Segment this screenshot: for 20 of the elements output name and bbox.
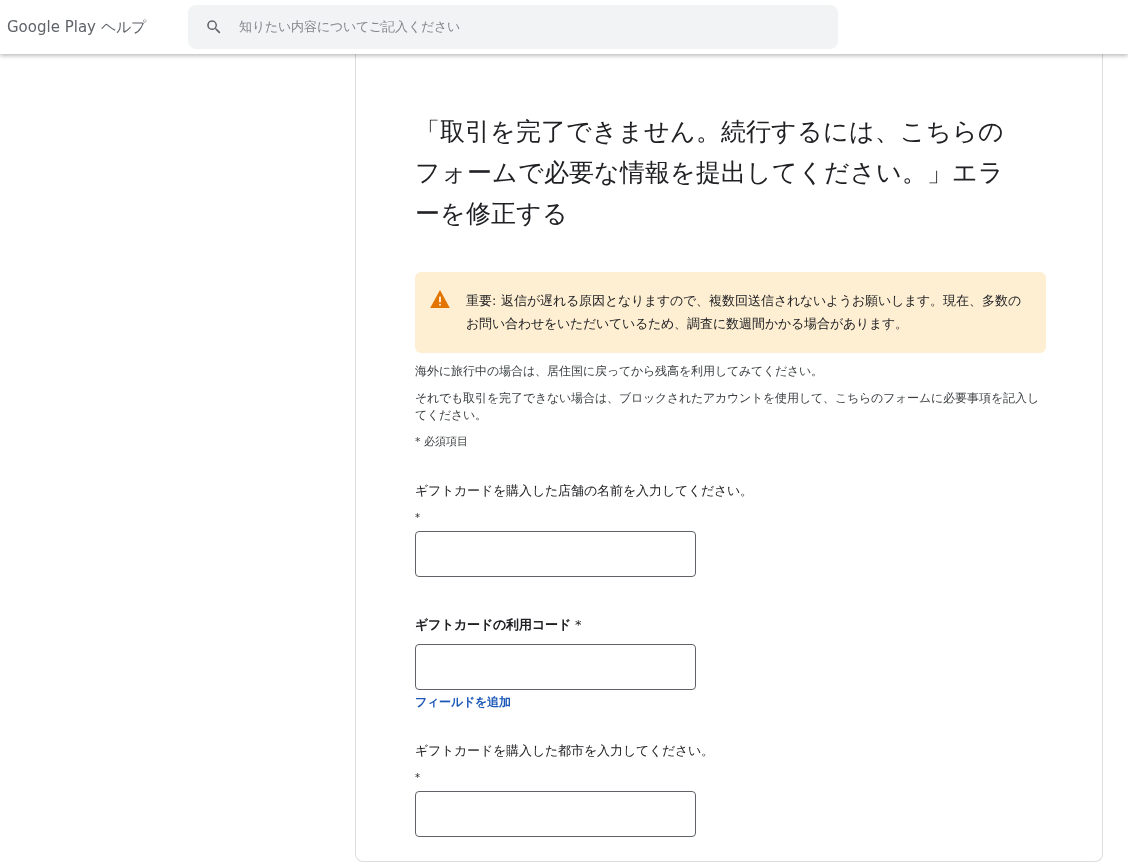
text-input-field[interactable] <box>415 791 696 837</box>
site-title[interactable]: Google Play ヘルプ <box>7 15 188 39</box>
required-note: * 必須項目 <box>415 434 468 450</box>
required-asterisk: * <box>415 511 420 525</box>
text-input-field[interactable] <box>415 531 696 577</box>
field-label: ギフトカードを購入した店舗の名前を入力してください。 <box>415 481 753 500</box>
search-icon <box>205 18 223 36</box>
search-input[interactable]: 知りたい内容についてご記入ください <box>239 17 821 37</box>
field-label: ギフトカードの利用コード <box>415 616 571 634</box>
required-asterisk: * <box>415 771 420 785</box>
add-field-link[interactable]: フィールドを追加 <box>415 692 696 711</box>
warning-icon <box>430 290 450 308</box>
search-field[interactable]: 知りたい内容についてご記入ください <box>188 5 838 49</box>
field-label: ギフトカードを購入した都市を入力してください。 <box>415 741 714 760</box>
body-paragraph: 海外に旅行中の場合は、居住国に戻ってから残高を利用してみてください。 <box>415 363 823 380</box>
notice-text: 重要: 返信が遅れる原因となりますので、複数回送信されないようお願いします。現在、多数のお問い合わせをいただいているため、調査に数週間かかる場合があります。 <box>466 292 1022 333</box>
article-title: 「取引を完了できません。続行するには、こちらのフォームで必要な情報を提出してください。」エラーを修正する <box>415 116 1005 230</box>
body-paragraph: それでも取引を完了できない場合は、ブロックされたアカウントを使用して、こちらのフォームに必要事項を記入してください。 <box>415 390 1040 424</box>
required-asterisk: * <box>575 616 582 634</box>
text-input-field[interactable] <box>415 643 696 690</box>
